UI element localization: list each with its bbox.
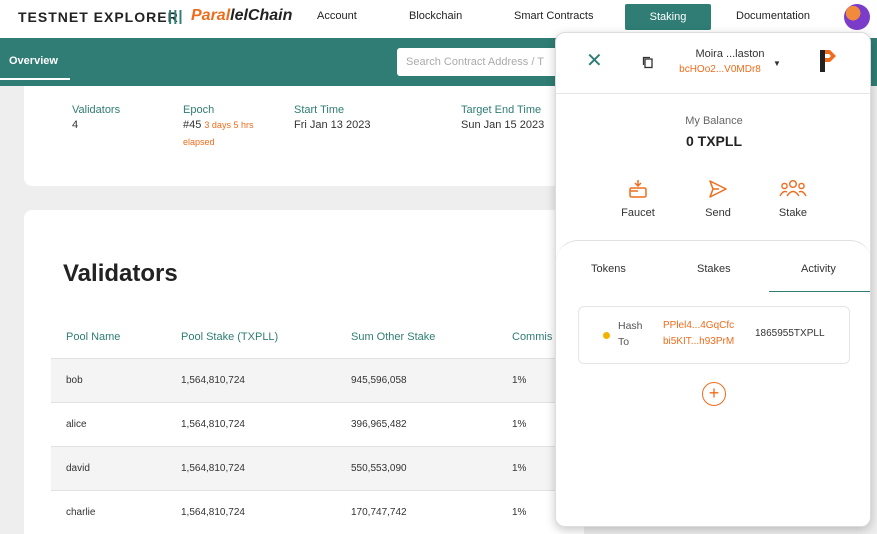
tab-activity[interactable]: Activity — [801, 263, 836, 275]
close-icon[interactable]: ✕ — [586, 51, 603, 71]
chevron-down-icon[interactable]: ▼ — [773, 59, 781, 68]
pool-stake-cell: 1,564,810,724 — [181, 419, 245, 430]
target-end-time-stat: Target End Time Sun Jan 15 2023 — [461, 104, 544, 131]
wallet-avatar-icon[interactable] — [844, 4, 870, 30]
active-tab-indicator — [769, 291, 870, 292]
other-stake-cell: 945,596,058 — [351, 375, 407, 386]
table-row[interactable]: bob 1,564,810,724 945,596,058 1% — [51, 358, 584, 402]
epoch-value: #45 — [183, 119, 202, 131]
column-header-other-stake[interactable]: Sum Other Stake — [351, 331, 435, 343]
nav-documentation[interactable]: Documentation — [736, 10, 810, 22]
faucet-label: Faucet — [621, 207, 655, 219]
nav-smart-contracts[interactable]: Smart Contracts — [514, 10, 593, 22]
wallet-panel: ✕ Moira ...laston bcHOo2...V0MDr8 ▼ My B… — [555, 32, 871, 527]
wallet-tabs-section: Tokens Stakes Activity Hash To PPlel4...… — [556, 240, 870, 526]
other-stake-cell: 170,747,742 — [351, 507, 407, 518]
parallelchain-mark-icon — [819, 48, 837, 79]
tab-overview[interactable]: Overview — [0, 38, 70, 80]
tab-stakes[interactable]: Stakes — [697, 263, 731, 275]
brand-separator: ||| — [168, 8, 184, 25]
balance-value: 0 TXPLL — [685, 133, 742, 149]
other-stake-cell: 550,553,090 — [351, 463, 407, 474]
logo-part1: Paral — [191, 7, 231, 24]
epoch-stat: Epoch #45 3 days 5 hrs elapsed — [183, 104, 253, 147]
target-end-time-label: Target End Time — [461, 104, 542, 116]
send-label: Send — [705, 207, 731, 219]
column-header-pool-name[interactable]: Pool Name — [66, 331, 120, 343]
start-time-stat: Start Time Fri Jan 13 2023 — [294, 104, 370, 131]
pool-stake-cell: 1,564,810,724 — [181, 507, 245, 518]
pool-name-cell: bob — [66, 375, 83, 386]
add-button[interactable]: + — [702, 382, 726, 406]
search-input[interactable] — [397, 48, 567, 76]
commission-cell: 1% — [512, 375, 527, 386]
start-time-label: Start Time — [294, 104, 345, 116]
pool-stake-cell: 1,564,810,724 — [181, 375, 245, 386]
stake-label: Stake — [778, 207, 808, 219]
stake-button[interactable]: Stake — [763, 179, 823, 219]
pool-name-cell: charlie — [66, 507, 96, 518]
hash-label: Hash — [618, 320, 643, 332]
transaction-amount: 1865955TXPLL — [755, 328, 825, 339]
faucet-button[interactable]: Faucet — [608, 179, 668, 219]
logo-part2: lelChain — [230, 7, 293, 24]
commission-cell: 1% — [512, 419, 527, 430]
nav-blockchain[interactable]: Blockchain — [409, 10, 462, 22]
commission-cell: 1% — [512, 463, 527, 474]
start-time-value: Fri Jan 13 2023 — [294, 119, 371, 131]
target-end-time-value: Sun Jan 15 2023 — [461, 119, 545, 131]
validators-title: Validators — [63, 260, 178, 287]
faucet-icon — [608, 179, 668, 201]
validators-stat: Validators 4 — [72, 104, 120, 131]
brand-title: TESTNET EXPLORER — [18, 9, 179, 25]
pool-name-cell: david — [66, 463, 90, 474]
users-icon — [763, 179, 823, 201]
activity-item[interactable]: Hash To PPlel4...4GqCfc bi5KIT...h93PrM … — [578, 306, 850, 364]
commission-cell: 1% — [512, 507, 527, 518]
balance-label: My Balance — [685, 115, 743, 127]
tab-tokens[interactable]: Tokens — [591, 263, 626, 275]
transaction-hash[interactable]: PPlel4...4GqCfc — [663, 320, 734, 331]
column-header-pool-stake[interactable]: Pool Stake (TXPLL) — [181, 331, 278, 343]
other-stake-cell: 396,965,482 — [351, 419, 407, 430]
epoch-label: Epoch — [183, 104, 215, 116]
copy-icon[interactable] — [642, 56, 654, 74]
send-button[interactable]: Send — [688, 179, 748, 219]
nav-account[interactable]: Account — [317, 10, 357, 22]
account-address[interactable]: bcHOo2...V0MDr8 — [670, 64, 770, 75]
pool-name-cell: alice — [66, 419, 87, 430]
pending-status-dot — [603, 332, 610, 339]
send-icon — [688, 179, 748, 201]
recipient-address[interactable]: bi5KIT...h93PrM — [663, 336, 734, 347]
validators-value: 4 — [72, 119, 79, 131]
epoch-duration: 3 days 5 hrs — [204, 120, 254, 130]
wallet-header: ✕ Moira ...laston bcHOo2...V0MDr8 ▼ — [556, 33, 870, 94]
parallelchain-logo[interactable]: ParallelChain — [191, 7, 292, 25]
column-header-commission[interactable]: Commis — [512, 331, 552, 343]
epoch-elapsed: elapsed — [183, 137, 215, 147]
table-row[interactable]: alice 1,564,810,724 396,965,482 1% — [51, 402, 584, 446]
epoch-summary-card: Validators 4 Epoch #45 3 days 5 hrs elap… — [24, 86, 584, 186]
account-name: Moira ...laston — [695, 48, 765, 60]
validators-label: Validators — [72, 104, 121, 116]
nav-staking[interactable]: Staking — [625, 4, 711, 30]
table-row[interactable]: david 1,564,810,724 550,553,090 1% — [51, 446, 584, 490]
validators-card: Validators Pool Name Pool Stake (TXPLL) … — [24, 210, 584, 534]
to-label: To — [618, 336, 630, 348]
pool-stake-cell: 1,564,810,724 — [181, 463, 245, 474]
table-row[interactable]: charlie 1,564,810,724 170,747,742 1% — [51, 490, 584, 534]
